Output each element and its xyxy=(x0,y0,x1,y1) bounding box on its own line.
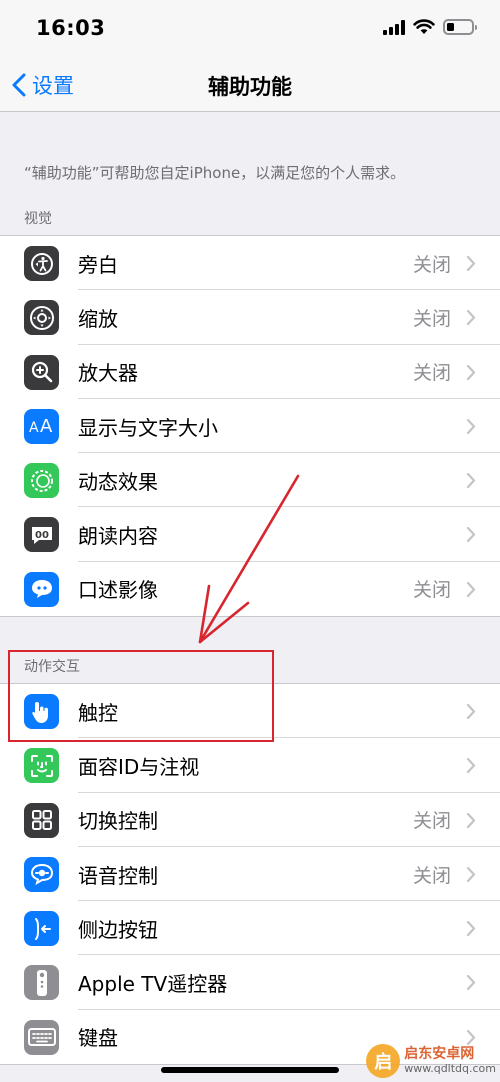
annotation-highlight-box xyxy=(8,650,274,742)
row-value: 关闭 xyxy=(412,579,451,602)
display-text-size-icon: AA xyxy=(24,408,59,444)
row-label: 旁白 xyxy=(78,252,118,277)
row-label: 口述影像 xyxy=(78,578,158,603)
row-label: 语音控制 xyxy=(78,863,158,888)
settings-row-side-button[interactable]: 侧边按钮 xyxy=(0,901,500,956)
chevron-right-icon xyxy=(466,310,476,326)
switch-control-icon xyxy=(24,802,59,838)
row-label: 显示与文字大小 xyxy=(78,415,218,440)
row-label: 朗读内容 xyxy=(78,524,158,549)
row-label: 动态效果 xyxy=(78,469,158,494)
row-value: 关闭 xyxy=(412,864,451,887)
chevron-right-icon xyxy=(466,812,476,828)
watermark-url: www.qdltdq.com xyxy=(404,1061,496,1075)
wifi-icon xyxy=(413,19,435,34)
voice-control-icon xyxy=(24,856,59,892)
section-header-vision: 视觉 xyxy=(24,211,52,227)
watermark-logo: 启 xyxy=(366,1044,401,1078)
chevron-right-icon xyxy=(466,975,476,991)
battery-icon xyxy=(443,19,477,35)
spoken-content-icon: 00 xyxy=(24,517,59,553)
voiceover-icon xyxy=(24,246,59,281)
side-button-icon xyxy=(24,911,59,947)
watermark-name: 启东安卓网 xyxy=(404,1046,475,1063)
row-label: Apple TV遥控器 xyxy=(78,972,228,997)
row-value: 关闭 xyxy=(412,307,451,330)
row-label: 放大器 xyxy=(78,361,138,386)
keyboard-icon xyxy=(24,1019,59,1055)
settings-row-magnifier[interactable]: 放大器 关闭 xyxy=(0,345,500,399)
row-label: 侧边按钮 xyxy=(78,917,158,942)
chevron-right-icon xyxy=(466,758,476,774)
chevron-right-icon xyxy=(466,581,476,597)
chevron-right-icon xyxy=(466,364,476,380)
settings-row-spoken-content[interactable]: 00 朗读内容 xyxy=(0,507,500,562)
audio-descriptions-icon xyxy=(24,571,59,607)
svg-text:A: A xyxy=(29,420,39,436)
chevron-right-icon xyxy=(466,255,476,272)
status-icons xyxy=(383,19,477,35)
magnifier-icon xyxy=(24,354,59,390)
settings-row-audio-descriptions[interactable]: 口述影像 关闭 xyxy=(0,562,500,616)
settings-row-motion[interactable]: 动态效果 xyxy=(0,453,500,508)
chevron-right-icon xyxy=(466,527,476,543)
apple-tv-remote-icon xyxy=(24,965,59,1001)
settings-row-switch-control[interactable]: 切换控制 关闭 xyxy=(0,793,500,847)
row-label: 键盘 xyxy=(78,1026,118,1051)
navigation-bar: 设置 辅助功能 xyxy=(0,58,500,112)
zoom-icon xyxy=(24,300,59,336)
row-label: 缩放 xyxy=(78,306,118,331)
settings-row-apple-tv-remote[interactable]: Apple TV遥控器 xyxy=(0,955,500,1010)
svg-text:A: A xyxy=(40,416,53,436)
cellular-signal-icon xyxy=(383,19,405,35)
chevron-right-icon xyxy=(466,418,476,434)
motion-icon xyxy=(24,463,59,499)
settings-row-zoom[interactable]: 缩放 关闭 xyxy=(0,290,500,345)
settings-row-voiceover[interactable]: 旁白 关闭 xyxy=(0,236,500,291)
row-value: 关闭 xyxy=(412,253,451,276)
page-title: 辅助功能 xyxy=(208,75,292,99)
settings-row-face-id-attention[interactable]: 面容ID与注视 xyxy=(0,738,500,793)
row-value: 关闭 xyxy=(412,810,451,833)
row-label: 切换控制 xyxy=(78,809,158,834)
chevron-right-icon xyxy=(466,866,476,882)
intro-text: “辅助功能”可帮助您自定iPhone，以满足您的个人需求。 xyxy=(24,164,406,182)
settings-row-voice-control[interactable]: 语音控制 关闭 xyxy=(0,847,500,902)
row-label: 面容ID与注视 xyxy=(78,754,200,779)
chevron-right-icon xyxy=(466,473,476,489)
chevron-right-icon xyxy=(466,921,476,937)
home-indicator[interactable] xyxy=(161,1067,339,1073)
status-bar: 16:03 xyxy=(0,0,500,58)
status-time: 16:03 xyxy=(36,16,106,40)
svg-text:00: 00 xyxy=(35,530,49,541)
face-id-icon xyxy=(24,748,59,784)
chevron-right-icon xyxy=(466,703,476,720)
settings-row-display-text-size[interactable]: AA 显示与文字大小 xyxy=(0,399,500,454)
row-value: 关闭 xyxy=(412,362,451,385)
vision-settings-group: 旁白 关闭 缩放 关闭 放大器 关闭 AA 显示与文字大小 动态效果 00 朗读… xyxy=(0,235,500,618)
watermark: 启 启东安卓网 www.qdltdq.com xyxy=(366,1044,496,1078)
